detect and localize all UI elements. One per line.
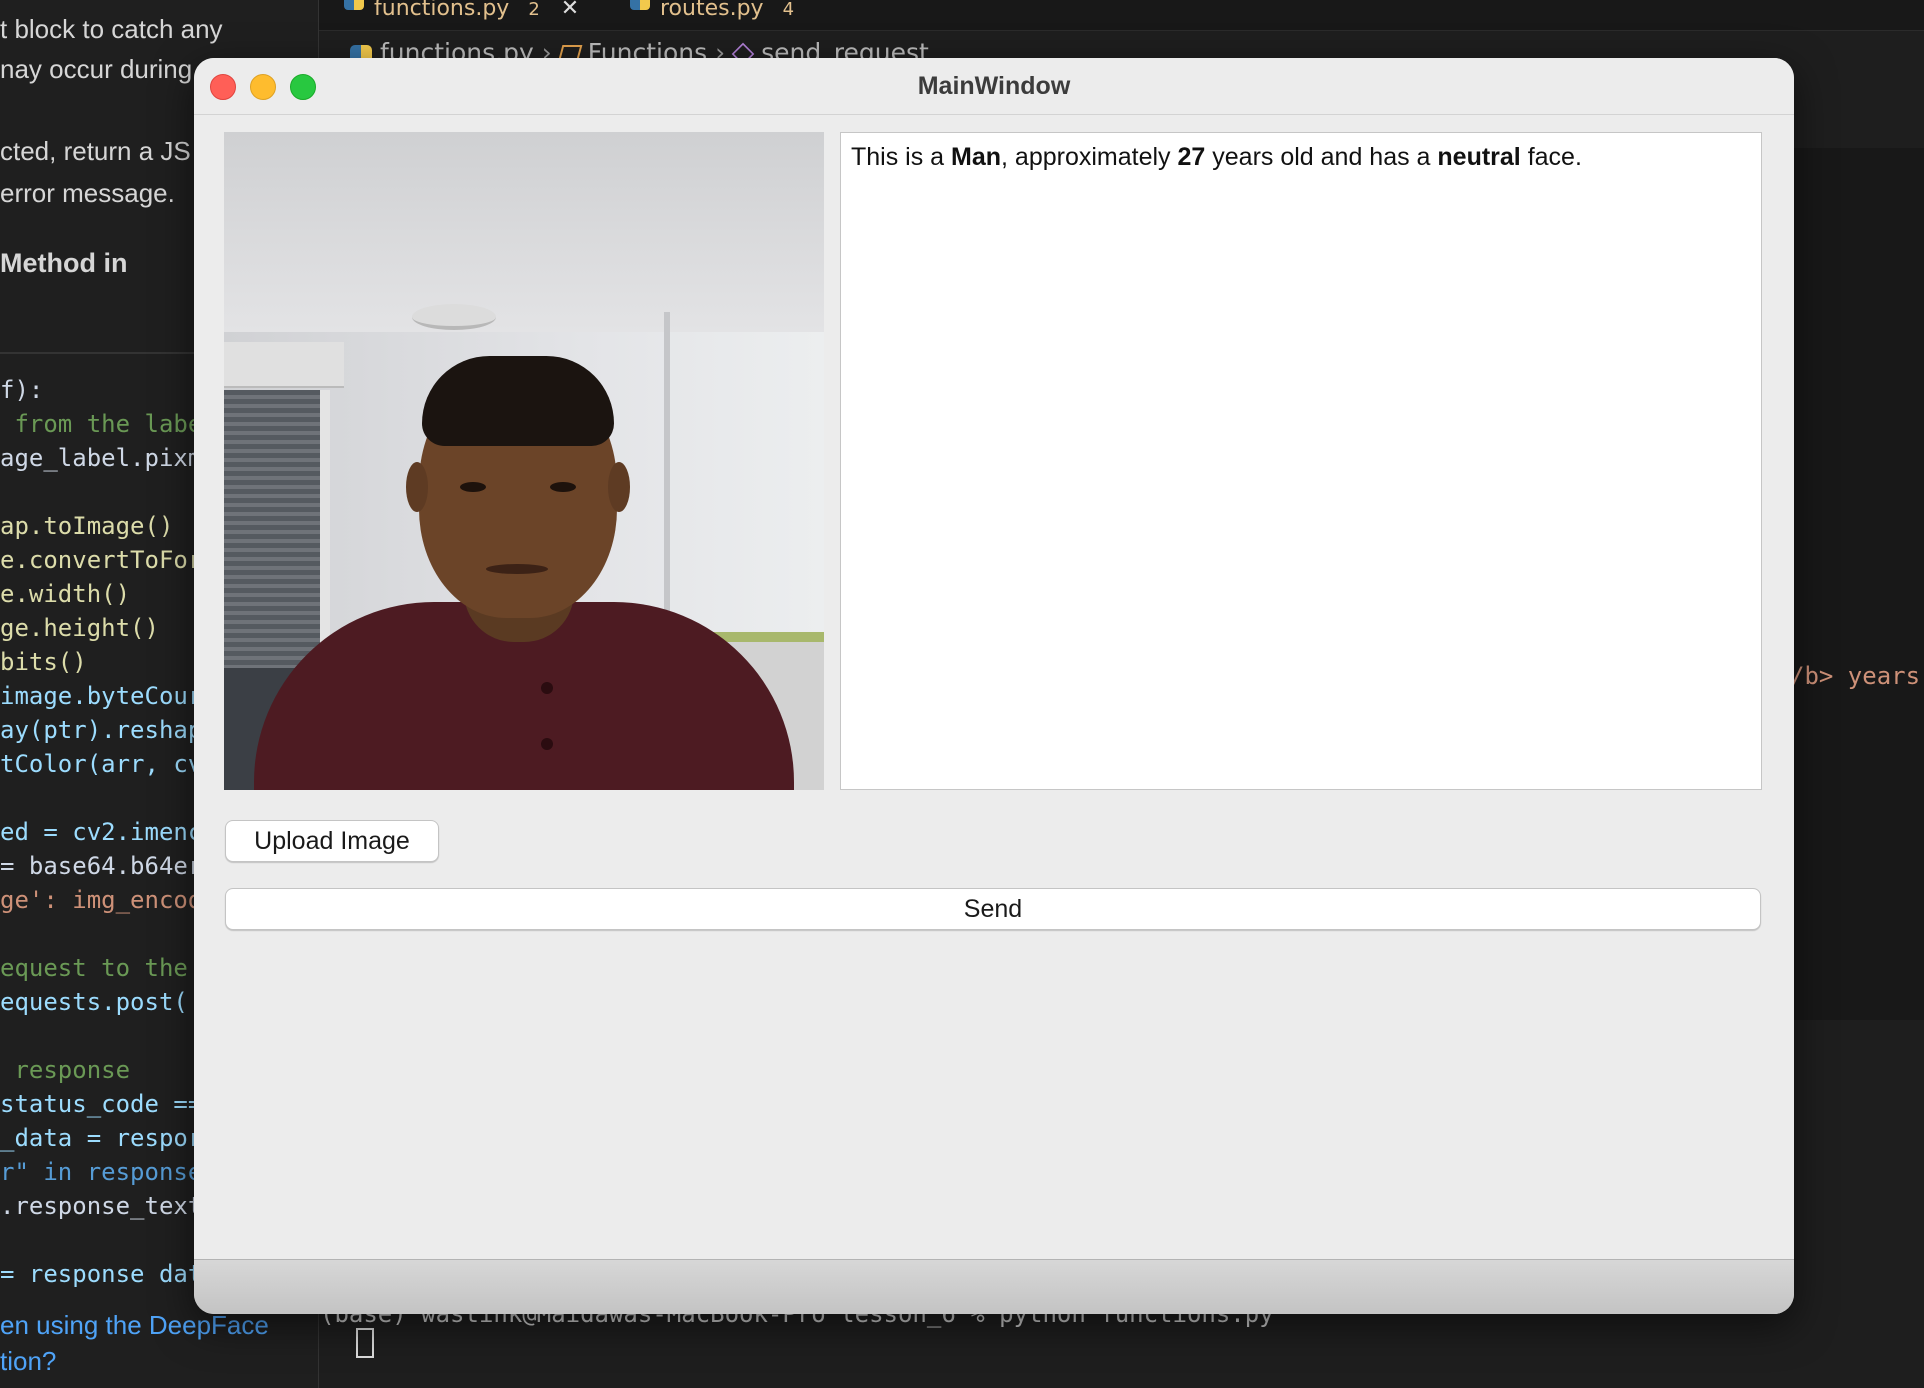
- code-line: ge.height(): [0, 614, 159, 642]
- window-title: MainWindow: [917, 72, 1071, 100]
- code-line: equests.post(': [0, 988, 203, 1016]
- code-line: status_code ==: [0, 1090, 203, 1118]
- code-line: _data = respor: [0, 1124, 203, 1152]
- shirt-button: [541, 738, 553, 750]
- result-text: , approximately: [1001, 143, 1178, 171]
- photo-ear: [608, 462, 630, 512]
- shirt-button: [541, 682, 553, 694]
- code-line: = response dat: [0, 1260, 203, 1288]
- chat-text-line: t block to catch any: [0, 14, 223, 44]
- photo-ceiling-lamp: [412, 304, 496, 330]
- code-line: bits(): [0, 648, 87, 676]
- code-line: from the labe: [0, 410, 203, 438]
- photo-hair: [422, 356, 614, 446]
- result-text-area[interactable]: This is a Man, approximately 27 years ol…: [840, 132, 1762, 790]
- code-line: age_label.pixm: [0, 444, 203, 472]
- chat-heading: Method in: [0, 248, 128, 278]
- code-line: ap.toImage(): [0, 512, 174, 540]
- tab-label: routes.py: [660, 0, 764, 21]
- python-file-icon: [344, 0, 364, 10]
- photo-eye: [460, 482, 486, 492]
- close-tab-icon[interactable]: ✕: [561, 0, 579, 21]
- code-line: image.byteCour: [0, 682, 203, 710]
- analysis-result: This is a Man, approximately 27 years ol…: [851, 143, 1582, 172]
- code-line: response: [0, 1056, 131, 1084]
- photo-curtain-rail: [224, 342, 344, 388]
- code-line: = base64.b64er: [0, 852, 203, 880]
- photo-ear: [406, 462, 428, 512]
- chat-suggestion-link[interactable]: tion?: [0, 1346, 56, 1377]
- chat-suggestion-link[interactable]: en using the DeepFace: [0, 1310, 269, 1341]
- code-line: f):: [0, 376, 44, 404]
- uploaded-photo: [224, 132, 824, 790]
- result-gender: Man: [951, 143, 1002, 171]
- code-line: .response_text: [0, 1192, 203, 1220]
- status-bar: [194, 1259, 1794, 1314]
- chat-text-line: error message.: [0, 178, 175, 208]
- terminal-cursor: [356, 1328, 374, 1358]
- tab-marker: 4: [782, 0, 795, 20]
- tab-marker: 2: [528, 0, 540, 20]
- code-line: r" in response: [0, 1158, 203, 1186]
- code-line: ay(ptr).reshap: [0, 716, 203, 744]
- photo-ceiling: [224, 132, 824, 362]
- result-suffix: face.: [1520, 143, 1582, 171]
- tab-functions-py[interactable]: functions.py 2 ✕: [330, 0, 597, 30]
- result-age: 27: [1177, 143, 1206, 171]
- chat-text-line: cted, return a JS: [0, 136, 191, 166]
- send-button[interactable]: Send: [225, 888, 1761, 930]
- code-snippet: /b> years: [1790, 662, 1921, 690]
- result-prefix: This is a: [851, 143, 952, 171]
- result-emotion: neutral: [1437, 143, 1521, 171]
- upload-image-button[interactable]: Upload Image: [225, 820, 439, 862]
- photo-eye: [550, 482, 576, 492]
- code-line: ed = cv2.imenc: [0, 818, 203, 846]
- result-text: years old and has a: [1205, 143, 1438, 171]
- chat-text-line: nay occur during: [0, 54, 193, 84]
- code-line: tColor(arr, cv: [0, 750, 203, 778]
- photo-mouth: [486, 564, 548, 574]
- main-window: MainWindow This is a Man, approximately …: [194, 58, 1794, 1314]
- editor-side-panel: [1780, 148, 1924, 1020]
- code-line: ge': img_encod: [0, 886, 203, 914]
- photo-window-blind: [224, 390, 330, 668]
- tab-label: functions.py: [374, 0, 510, 21]
- tab-routes-py[interactable]: routes.py 4: [616, 0, 812, 30]
- code-line: e.width(): [0, 580, 131, 608]
- code-line: e.convertToFor: [0, 546, 203, 574]
- code-line: equest to the: [0, 954, 188, 982]
- python-file-icon: [630, 0, 650, 10]
- title-bar[interactable]: MainWindow: [194, 58, 1794, 115]
